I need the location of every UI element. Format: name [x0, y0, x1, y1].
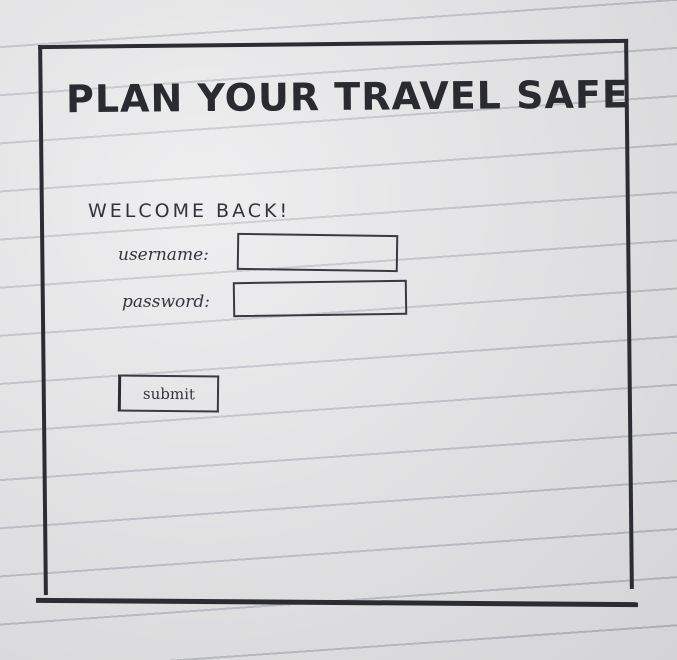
screen-frame [38, 38, 634, 596]
screen-frame-base [35, 597, 639, 608]
password-input[interactable] [232, 279, 408, 318]
page-title: PLAN YOUR TRAVEL SAFE [65, 72, 630, 122]
password-label: password: [122, 292, 210, 312]
username-label: username: [118, 245, 209, 265]
username-input[interactable] [236, 232, 399, 273]
welcome-message: WELCOME BACK! [88, 200, 291, 222]
submit-button[interactable]: submit [117, 374, 220, 413]
